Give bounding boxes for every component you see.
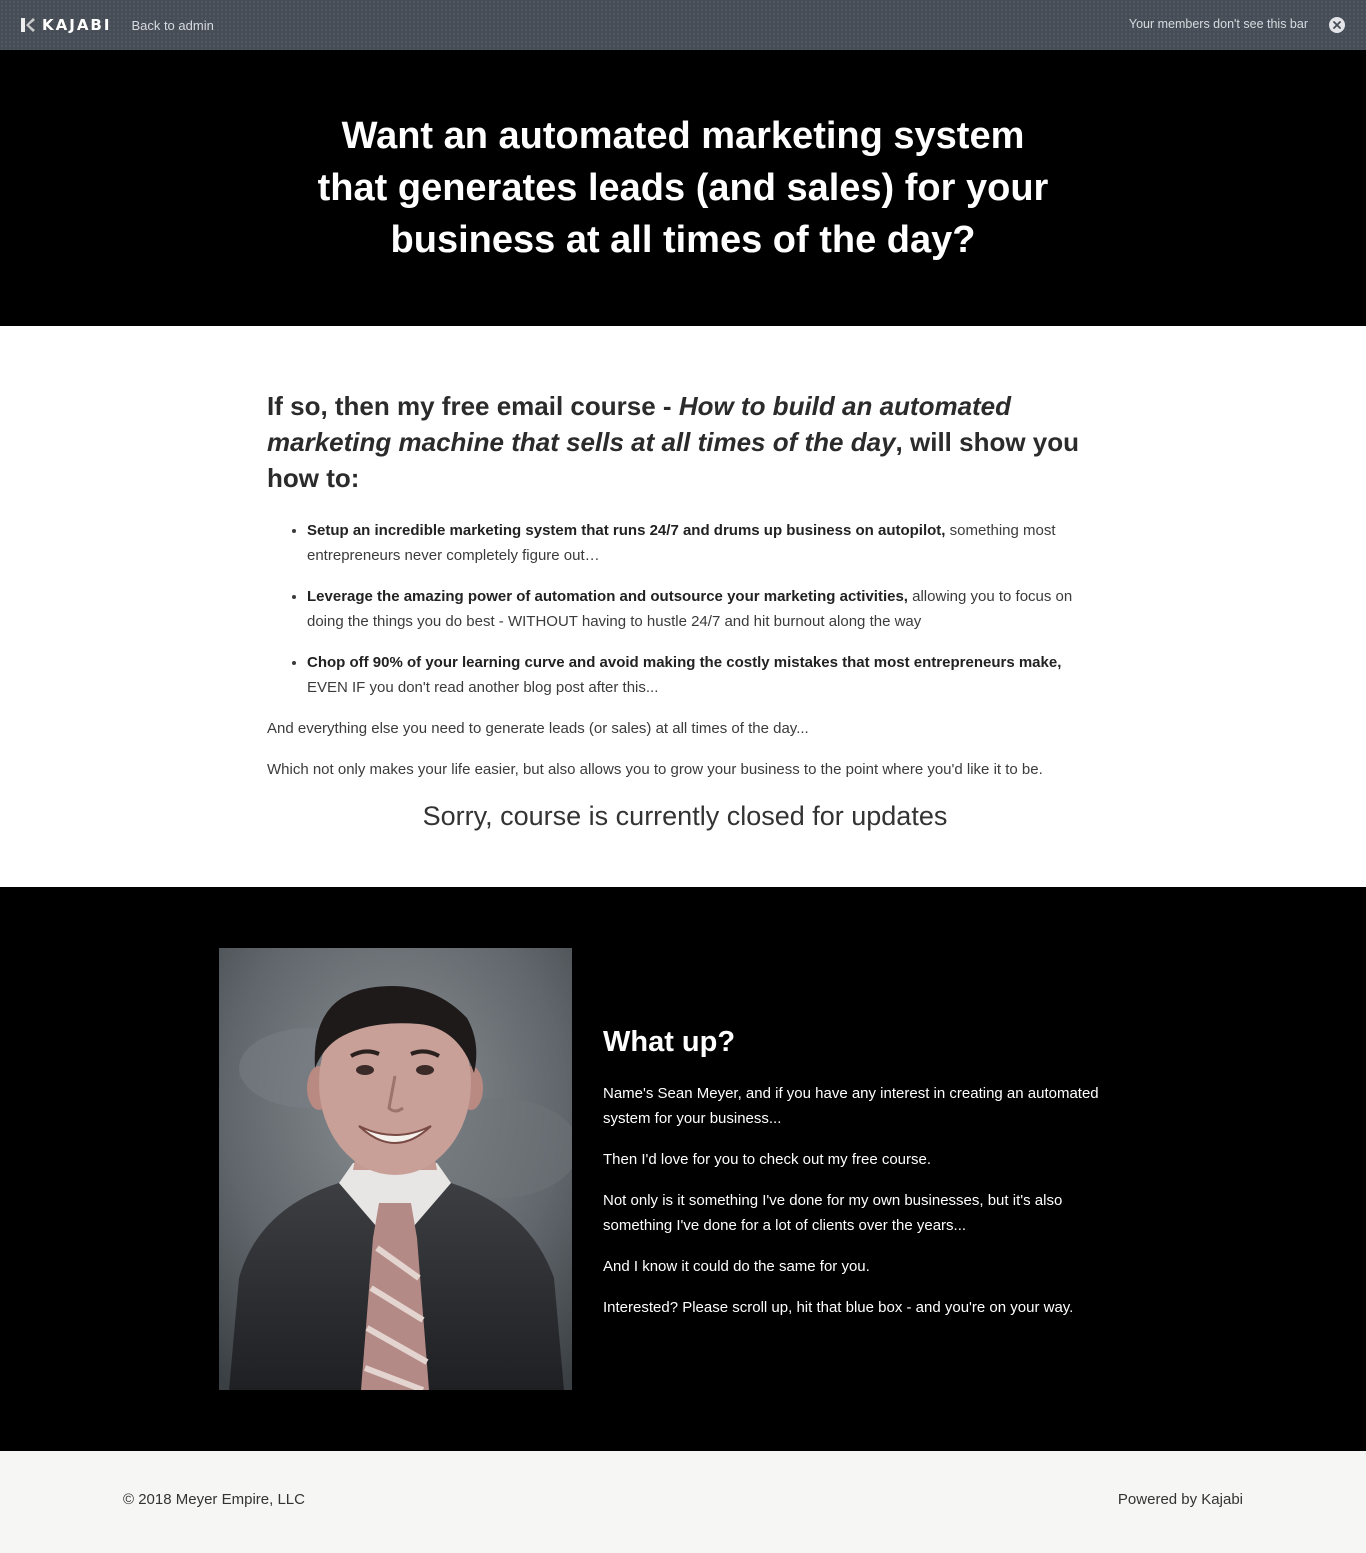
hero-title-line: business at all times of the day? — [390, 219, 976, 261]
about-paragraph: Interested? Please scroll up, hit that b… — [603, 1299, 1074, 1316]
hero-title-line: that generates leads (and sales) for you… — [317, 167, 1049, 209]
intro-paragraph: Which not only makes your life easier, b… — [267, 761, 1043, 778]
about-title: What up? — [603, 1026, 736, 1058]
benefit-item: Setup an incredible marketing system tha… — [307, 518, 1103, 568]
portrait-illustration — [219, 948, 572, 1390]
admin-bar-note: Your members don't see this bar — [1128, 17, 1308, 31]
benefit-bold: Leverage the amazing power of automation… — [307, 588, 908, 605]
about-paragraph: And I know it could do the same for you. — [603, 1258, 870, 1275]
about-paragraph: Not only is it something I've done for m… — [603, 1192, 1063, 1234]
benefit-bold: Setup an incredible marketing system tha… — [307, 522, 946, 539]
kajabi-logo[interactable]: KAJABI — [20, 16, 111, 34]
hero-title-line: Want an automated marketing system — [341, 115, 1025, 157]
hero-title: Want an automated marketing system that … — [303, 110, 1063, 266]
intro-headline: If so, then my free email course - How t… — [267, 388, 1103, 496]
kajabi-logo-icon — [21, 18, 35, 32]
benefit-item: Leverage the amazing power of automation… — [307, 584, 1103, 634]
about-text: What up? Name's Sean Meyer, and if you h… — [603, 1023, 1133, 1336]
about-paragraph: Then I'd love for you to check out my fr… — [603, 1151, 932, 1168]
brand-name: KAJABI — [42, 16, 112, 34]
benefit-item: Chop off 90% of your learning curve and … — [307, 650, 1103, 700]
about-paragraph: Name's Sean Meyer, and if you have any i… — [603, 1085, 1099, 1127]
portrait-photo — [219, 948, 572, 1390]
benefit-text: EVEN IF you don't read another blog post… — [307, 679, 659, 696]
about-section: What up? Name's Sean Meyer, and if you h… — [0, 887, 1366, 1451]
intro-section: If so, then my free email course - How t… — [0, 326, 1366, 887]
benefit-bold: Chop off 90% of your learning curve and … — [307, 654, 1062, 671]
admin-bar: KAJABI Back to admin Your members don't … — [0, 0, 1366, 50]
close-bar-button[interactable] — [1329, 17, 1345, 33]
back-to-admin-link[interactable]: Back to admin — [131, 18, 213, 33]
footer: © 2018 Meyer Empire, LLC Powered by Kaja… — [0, 1451, 1366, 1553]
hero-section: Want an automated marketing system that … — [0, 50, 1366, 326]
close-icon — [1333, 21, 1341, 29]
course-closed-notice: Sorry, course is currently closed for up… — [422, 801, 948, 831]
intro-paragraph: And everything else you need to generate… — [267, 720, 809, 737]
benefits-list: Setup an incredible marketing system tha… — [267, 518, 1103, 700]
powered-by-link[interactable]: Powered by Kajabi — [1118, 1491, 1243, 1508]
headline-start: If so, then my free email course - — [267, 391, 679, 421]
copyright-text: © 2018 Meyer Empire, LLC — [123, 1491, 305, 1508]
